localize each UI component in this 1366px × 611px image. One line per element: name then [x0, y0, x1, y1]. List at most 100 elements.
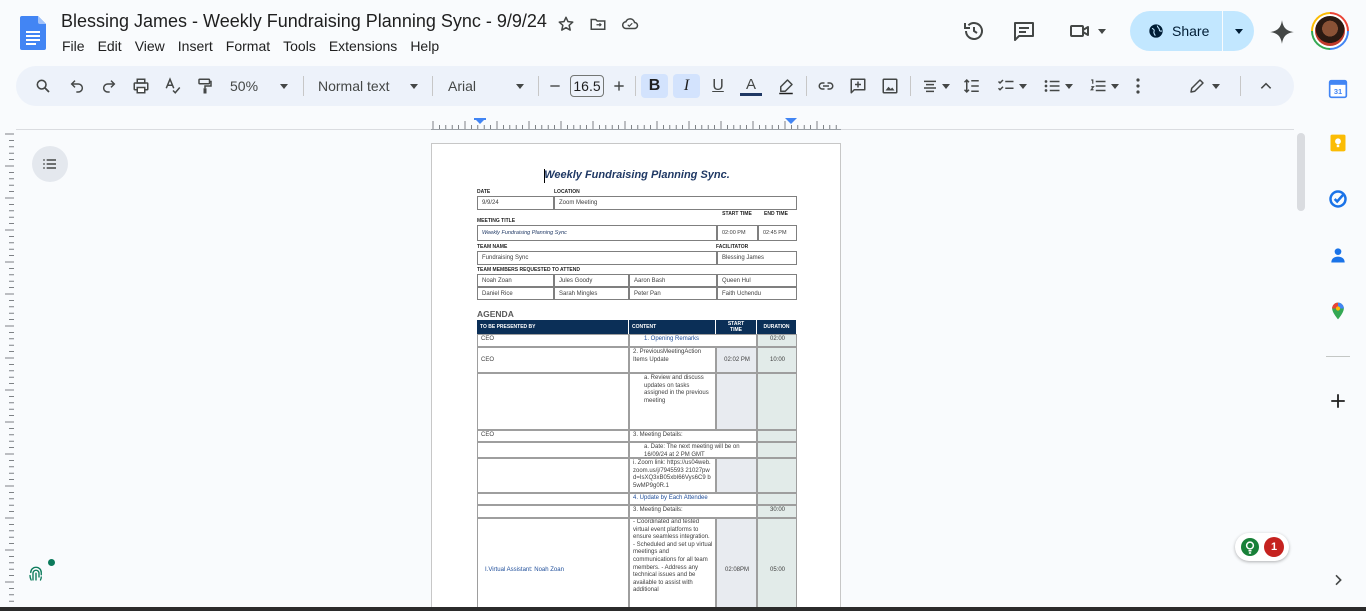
paragraph-style-value: Normal text: [318, 78, 390, 94]
agenda-cell-content: 1. Opening Remarks: [629, 334, 757, 347]
redo-icon[interactable]: [98, 74, 120, 98]
date-label: DATE: [477, 189, 491, 195]
formatting-toolbar: 50% Normal text Arial 16.5 B I U A: [16, 66, 1294, 106]
start-time-value: 02:00 PM: [717, 225, 758, 241]
menu-format[interactable]: Format: [226, 38, 276, 54]
paint-format-icon[interactable]: [194, 74, 216, 98]
text-color-button[interactable]: A: [738, 74, 764, 98]
agenda-cell-duration: [757, 430, 797, 442]
member-cell: Noah Zoan: [477, 274, 554, 287]
status-indicator: [48, 559, 55, 566]
agenda-cell-start: [716, 373, 757, 430]
decrease-font-size-button[interactable]: [546, 74, 564, 98]
spellcheck-icon[interactable]: [162, 74, 184, 98]
font-select[interactable]: Arial: [444, 74, 528, 98]
underline-button[interactable]: U: [706, 74, 730, 98]
print-icon[interactable]: [130, 74, 152, 98]
agenda-cell-start: [716, 458, 757, 493]
agenda-cell-presenter: CEO: [477, 334, 629, 347]
paragraph-style-select[interactable]: Normal text: [314, 74, 422, 98]
meeting-title-label: MEETING TITLE: [477, 218, 516, 224]
tasks-icon[interactable]: [1327, 188, 1349, 210]
document-title[interactable]: Blessing James - Weekly Fundraising Plan…: [61, 11, 547, 32]
agenda-cell-presenter: I.Virtual Assistant: Noah Zoan: [477, 518, 629, 610]
move-folder-icon[interactable]: [588, 14, 608, 34]
menu-insert[interactable]: Insert: [178, 38, 219, 54]
history-icon[interactable]: [962, 19, 986, 43]
contacts-icon[interactable]: [1327, 244, 1349, 266]
list-icon: [43, 159, 56, 169]
member-cell: Daniel Rice: [477, 287, 554, 300]
toolbar-divider: [538, 76, 539, 96]
menu-file[interactable]: File: [62, 38, 91, 54]
agenda-cell-content: a. Date: The next meeting will be on 16/…: [629, 442, 757, 458]
chevron-down-icon: [410, 83, 418, 89]
align-icon[interactable]: [918, 74, 954, 98]
undo-icon[interactable]: [66, 74, 88, 98]
end-time-label: END TIME: [764, 211, 788, 217]
sparkle-icon[interactable]: [1269, 19, 1295, 45]
vertical-ruler: [5, 133, 14, 609]
suggestions-chip[interactable]: 1: [1235, 533, 1289, 561]
share-dropdown[interactable]: [1223, 28, 1254, 34]
comment-icon[interactable]: [1012, 19, 1036, 43]
editing-mode-icon[interactable]: [1184, 74, 1224, 98]
agenda-cell-start: 02:08PM: [716, 518, 757, 610]
italic-button[interactable]: I: [673, 74, 700, 98]
docs-logo-icon[interactable]: [20, 16, 46, 50]
title-bar: Blessing James - Weekly Fundraising Plan…: [0, 0, 1366, 64]
member-cell: Queen Hul: [717, 274, 797, 287]
collapse-menu-icon[interactable]: [1254, 74, 1278, 98]
agenda-cell-presenter: [477, 373, 629, 430]
right-indent-marker[interactable]: [785, 118, 797, 124]
agenda-cell-duration: 10:00: [757, 347, 797, 373]
taskbar-edge: [0, 607, 1366, 611]
zoom-select[interactable]: 50%: [226, 74, 292, 98]
keep-icon[interactable]: [1327, 132, 1349, 154]
checklist-icon[interactable]: [992, 74, 1032, 98]
menu-view[interactable]: View: [135, 38, 171, 54]
numbered-list-icon[interactable]: [1084, 74, 1124, 98]
increase-font-size-button[interactable]: [610, 74, 628, 98]
document-page[interactable]: Weekly Fundraising Planning Sync. DATE L…: [431, 143, 841, 611]
menu-extensions[interactable]: Extensions: [329, 38, 403, 54]
star-icon[interactable]: [556, 14, 576, 34]
bold-button[interactable]: B: [641, 74, 668, 98]
agenda-header-content: CONTENT: [629, 320, 716, 334]
agenda-cell-duration: 02:00: [757, 334, 797, 347]
chevron-down-icon: [280, 83, 288, 89]
toolbar-divider: [910, 76, 911, 96]
maps-icon[interactable]: [1327, 300, 1349, 322]
first-line-indent-marker[interactable]: [474, 118, 486, 120]
insert-image-icon[interactable]: [878, 74, 902, 98]
line-spacing-icon[interactable]: [960, 74, 984, 98]
add-addon-icon[interactable]: [1327, 390, 1349, 412]
horizontal-ruler: [431, 118, 841, 130]
svg-text:31: 31: [1334, 87, 1342, 96]
highlight-icon[interactable]: [774, 74, 798, 98]
agenda-header-duration: DURATION: [757, 320, 797, 334]
chevron-right-icon[interactable]: [1330, 572, 1346, 588]
menu-edit[interactable]: Edit: [98, 38, 128, 54]
font-size-input[interactable]: 16.5: [570, 75, 604, 97]
more-options-icon[interactable]: [1130, 74, 1146, 98]
share-button[interactable]: Share: [1130, 11, 1254, 51]
search-icon[interactable]: [32, 74, 54, 98]
menu-help[interactable]: Help: [410, 38, 445, 54]
video-camera-icon[interactable]: [1066, 19, 1108, 43]
fingerprint-icon[interactable]: [27, 565, 45, 583]
menu-tools[interactable]: Tools: [283, 38, 322, 54]
agenda-cell-duration: [757, 493, 797, 505]
vertical-scrollbar[interactable]: [1297, 133, 1305, 211]
cloud-saved-icon[interactable]: [620, 14, 640, 34]
document-outline-button[interactable]: [32, 146, 68, 182]
link-icon[interactable]: [814, 74, 838, 98]
agenda-cell-duration: 30:00: [757, 505, 797, 518]
calendar-icon[interactable]: 31: [1327, 78, 1349, 100]
bulleted-list-icon[interactable]: [1038, 74, 1078, 98]
toolbar-divider: [635, 76, 636, 96]
avatar[interactable]: [1311, 12, 1349, 50]
share-main[interactable]: Share: [1130, 11, 1222, 51]
add-comment-icon[interactable]: [846, 74, 870, 98]
agenda-cell-content: 2. PreviousMeetingAction Items Update: [629, 347, 716, 373]
